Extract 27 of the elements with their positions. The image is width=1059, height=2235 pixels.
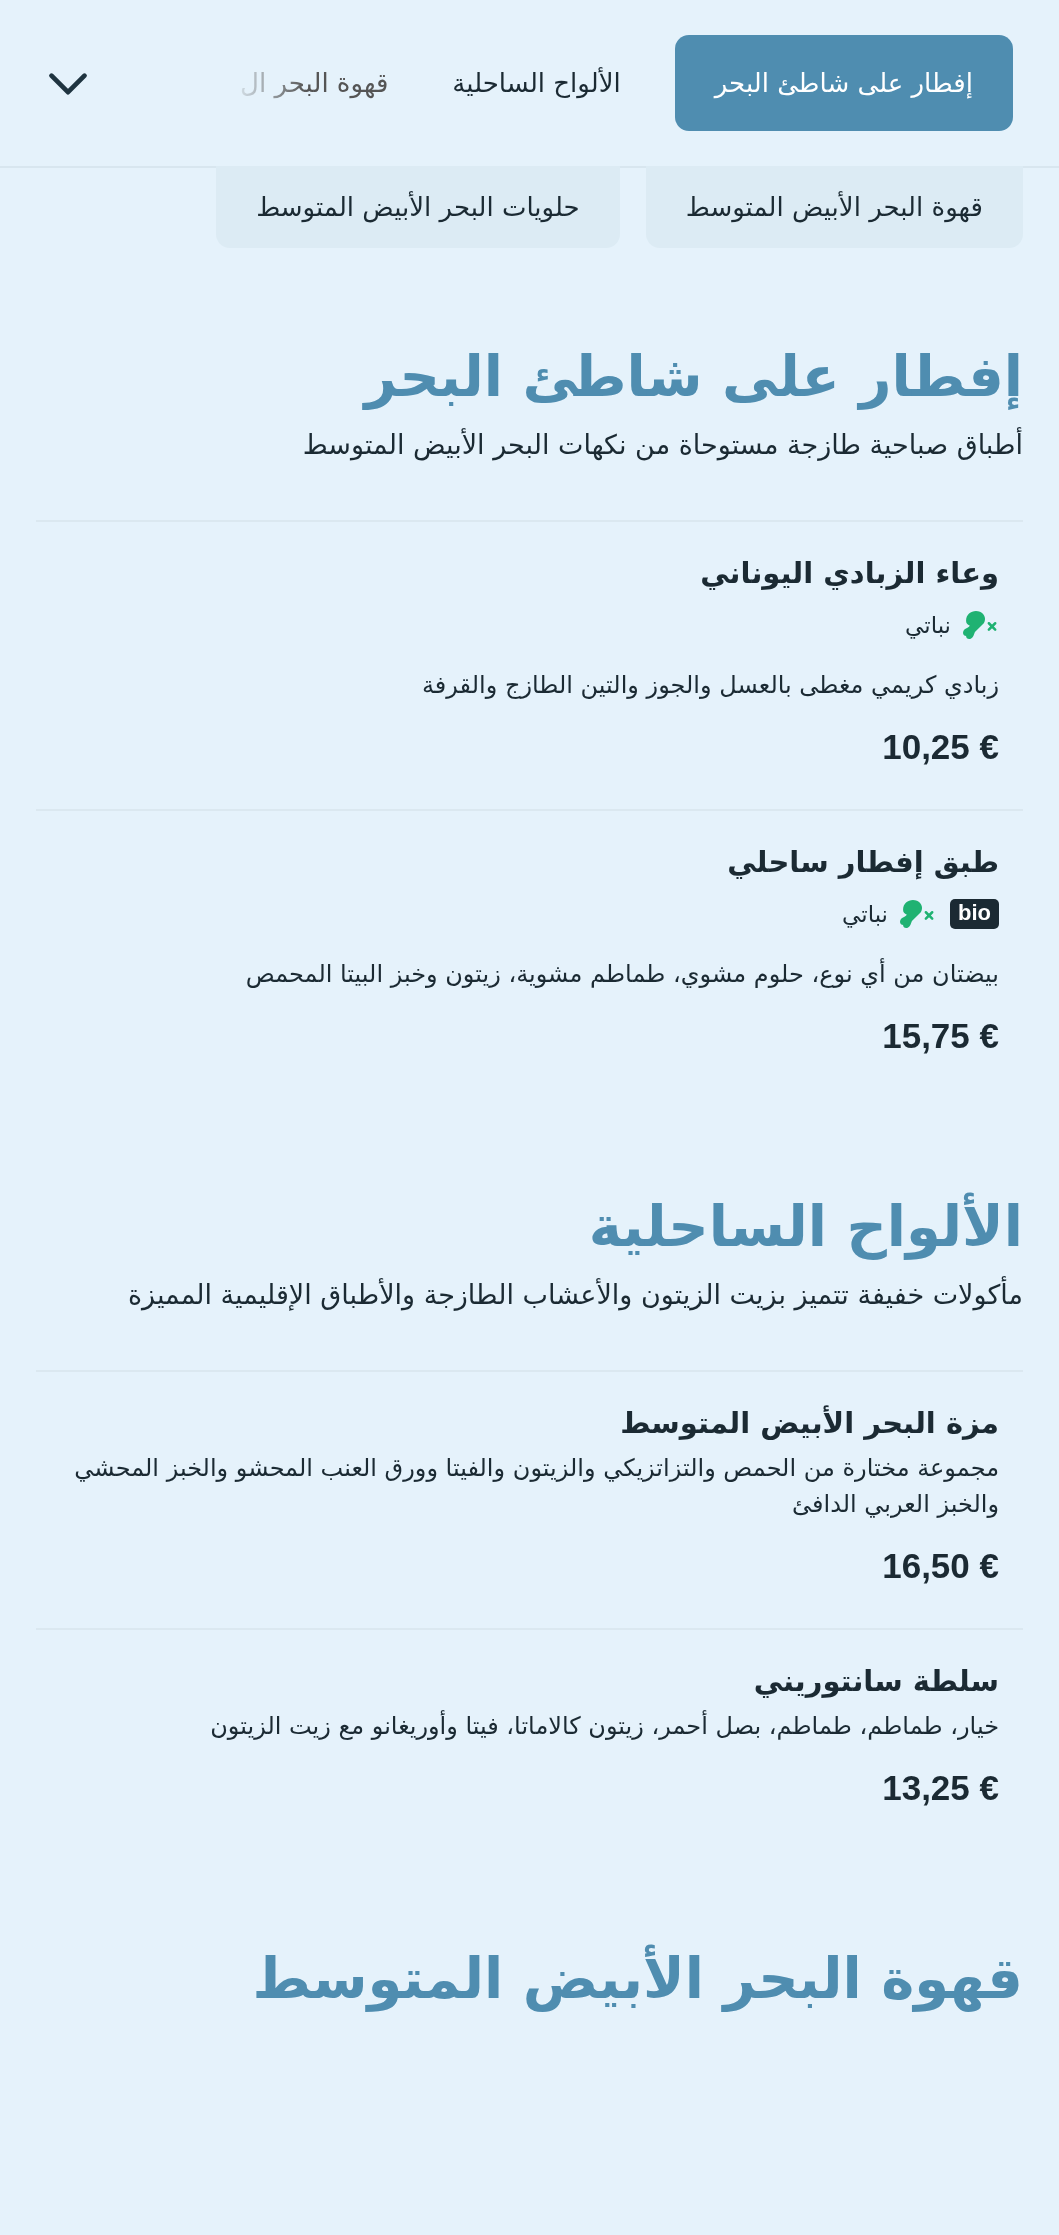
drumstick-icon [898,897,936,931]
category-tab[interactable]: قهوة البحر ال [230,35,399,131]
dish-price: 10,25 € [881,727,999,768]
dish-description: مجموعة مختارة من الحمص والتزاتزيكي والزيتون والفيتا وورق العنب المحشو والخبز المحشي والخبز العربي الدافئ [73,1453,999,1521]
dish-description: بيضتان من أي نوع، حلوم مشوي، طماطم مشوية، زيتون وخبز البيتا المحمص [244,957,999,991]
bio-badge: bio [950,898,999,929]
dish-description: زبادي كريمي مغطى بالعسل والجوز والتين الطازج والقرفة [421,670,999,702]
vegetarian-label: نباتي [905,611,951,638]
category-chip[interactable]: حلويات البحر الأبيض المتوسط [216,166,620,248]
vegetarian-label: نباتي [842,900,888,927]
dish-price: 16,50 € [881,1546,999,1587]
dish-name: مزة البحر الأبيض المتوسط [619,1406,999,1441]
category-tab[interactable]: الألواح الساحلية [428,35,645,131]
category-chip[interactable]: قهوة البحر الأبيض المتوسط [645,166,1023,248]
dish-price: 15,75 € [881,1016,999,1057]
section-title: إفطار على شاطئ البحر [361,344,1023,409]
drumstick-icon [961,608,999,642]
dish-name: طبق إفطار ساحلي [726,845,999,880]
dish-name: وعاء الزبادي اليوناني [699,556,999,591]
section-title: قهوة البحر الأبيض المتوسط [251,1946,1023,2012]
section-subtitle: مأكولات خفيفة تتميز بزيت الزيتون والأعشاب الطازجة والأطباق الإقليمية المميزة [36,1273,1023,1373]
dish-price: 13,25 € [881,1768,999,1809]
dish-description: خيار، طماطم، طماطم، بصل أحمر، زيتون كالاماتا، فيتا وأوريغانو مع زيت الزيتون [209,1709,999,1743]
section-title: الألواح الساحلية [587,1194,1023,1260]
category-tab[interactable]: إفطار على شاطئ البحر [674,35,1013,131]
dish-name: سلطة سانتوريني [752,1664,999,1699]
section-subtitle: أطباق صباحية طازجة مستوحاة من نكهات البحر الأبيض المتوسط [36,423,1023,523]
